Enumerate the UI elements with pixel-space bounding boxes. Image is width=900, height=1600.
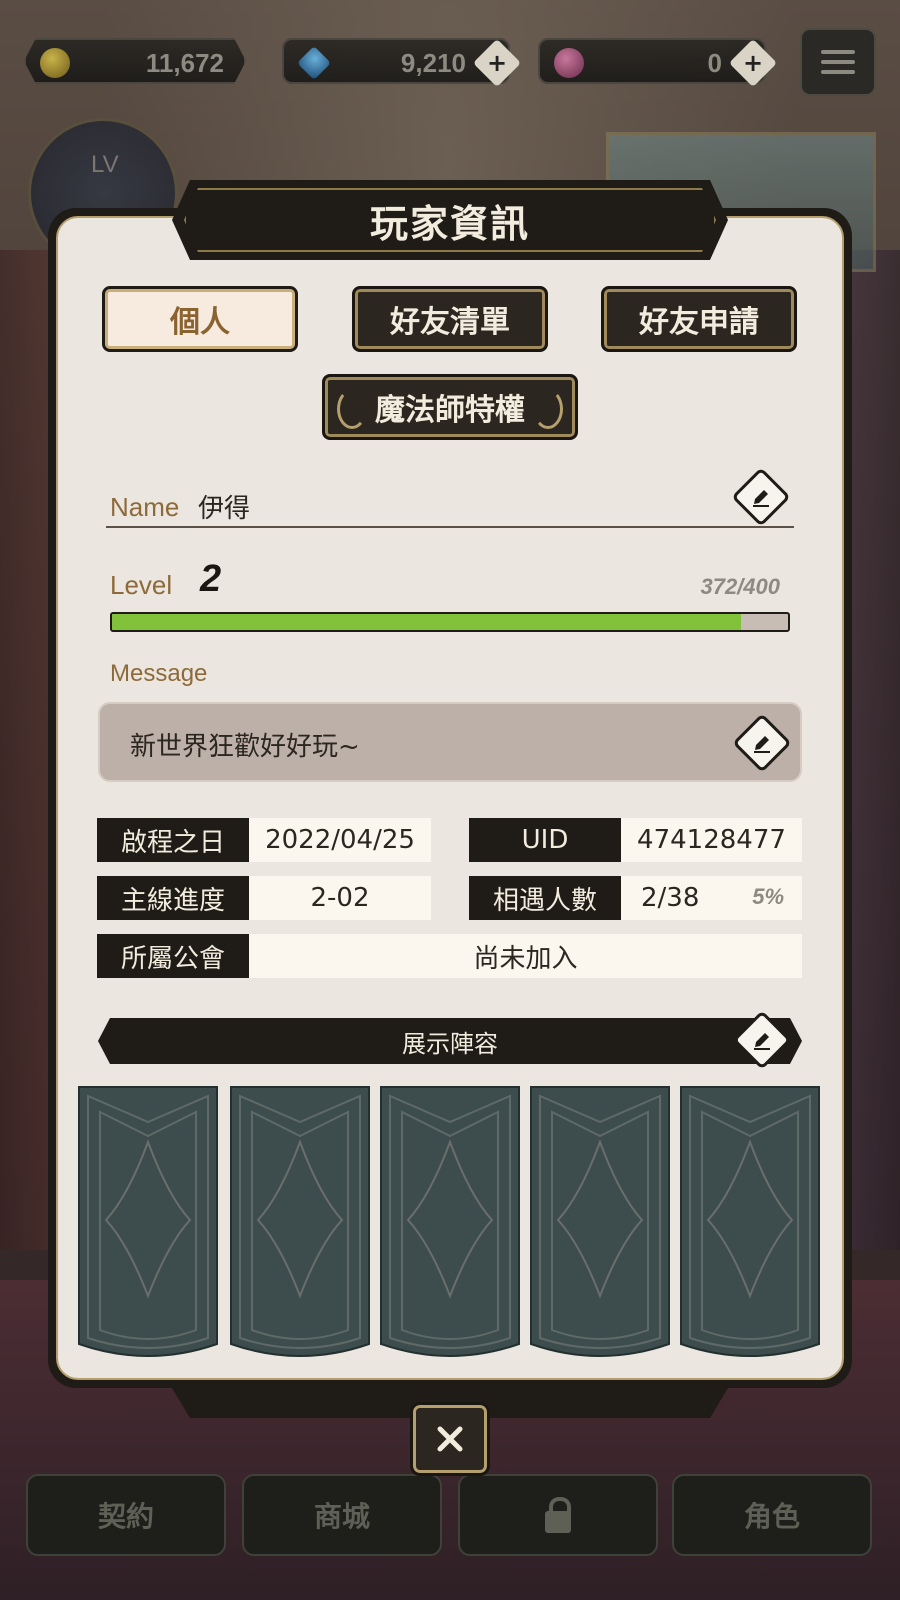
currency-bar: 11,672 9,210 + 0 + [24,28,876,98]
pink-gem-icon [554,48,584,78]
showcase-banner: 展示陣容 [98,1018,802,1064]
exp-text: 372/400 [700,574,780,599]
lock-icon [545,1497,571,1533]
start-date-key: 啟程之日 [97,818,249,862]
empty-slot-icon [530,1086,670,1357]
bottom-navigation: 契約 商城 角色 [26,1474,874,1560]
hamburger-menu-button[interactable] [800,28,876,96]
gold-currency: 11,672 [24,38,246,84]
close-button[interactable] [410,1402,490,1476]
tab-friend-list[interactable]: 好友清單 [352,286,548,352]
message-label: Message [110,660,208,687]
gold-value: 11,672 [145,48,224,78]
tab-friend-requests[interactable]: 好友申請 [601,286,797,352]
showcase-label: 展示陣容 [402,1029,498,1058]
pink-gem-currency: 0 + [538,38,778,88]
pink-gem-value: 0 [707,48,722,78]
start-date-value: 2022/04/25 [249,818,431,862]
nav-locked-button[interactable] [458,1474,658,1556]
name-value: 伊得 [198,494,251,524]
showcase-slot-3[interactable] [380,1086,520,1358]
story-progress-key: 主線進度 [97,876,249,920]
guild-value: 尚未加入 [249,934,802,978]
nav-character-label: 角色 [743,1500,800,1533]
plus-icon: + [742,48,764,77]
menu-line [821,60,855,64]
menu-line [821,70,855,74]
nav-shop-button[interactable]: 商城 [242,1474,442,1556]
showcase-slot-2[interactable] [230,1086,370,1358]
menu-line [821,50,855,54]
pencil-icon [753,490,769,507]
pencil-icon [754,736,770,753]
gem-value: 9,210 [400,48,466,78]
name-underline [106,526,794,528]
showcase-slot-4[interactable] [530,1086,670,1358]
empty-slot-icon [230,1086,370,1357]
uid-value: 474128477 [621,818,802,862]
plus-icon: + [486,48,508,77]
exp-progress-fill [112,614,741,630]
tab-mage-privilege[interactable]: 魔法師特權 [322,374,578,440]
nav-shop-label: 商城 [313,1500,370,1533]
close-icon [437,1426,463,1452]
nav-contract-button[interactable]: 契約 [26,1474,226,1556]
level-label: Level [110,570,173,600]
met-count-percent: 5% [752,884,784,909]
met-count-cell: 2/38 5% [621,876,802,920]
met-count-key: 相遇人數 [469,876,621,920]
gold-coin-icon [40,48,70,78]
modal-title: 玩家資訊 [184,188,716,252]
pencil-icon [754,1033,770,1050]
showcase-slot-1[interactable] [78,1086,218,1358]
guild-key: 所屬公會 [97,934,249,978]
diamond-icon [297,46,331,80]
nav-character-button[interactable]: 角色 [672,1474,872,1556]
uid-key: UID [469,818,621,862]
message-text: 新世界狂歡好好玩~ [130,732,360,762]
story-progress-value: 2-02 [249,876,431,920]
level-value: 2 [200,558,222,600]
name-label: Name [110,492,180,522]
laurel-left-icon [337,389,367,429]
empty-slot-icon [78,1086,218,1357]
exp-progress-bar [110,612,790,632]
lv-badge-label: LV [91,151,119,178]
empty-slot-icon [380,1086,520,1357]
add-pink-gem-button[interactable]: + [728,38,778,88]
showcase-slot-5[interactable] [680,1086,820,1358]
nav-contract-label: 契約 [97,1500,154,1533]
add-gem-button[interactable]: + [472,38,522,88]
tab-personal[interactable]: 個人 [102,286,298,352]
gem-currency: 9,210 + [282,38,522,88]
laurel-right-icon [533,389,563,429]
tab-mage-privilege-label: 魔法師特權 [375,393,525,428]
message-box: 新世界狂歡好好玩~ [98,702,802,782]
met-count-value: 2/38 [641,883,700,913]
empty-slot-icon [680,1086,820,1357]
